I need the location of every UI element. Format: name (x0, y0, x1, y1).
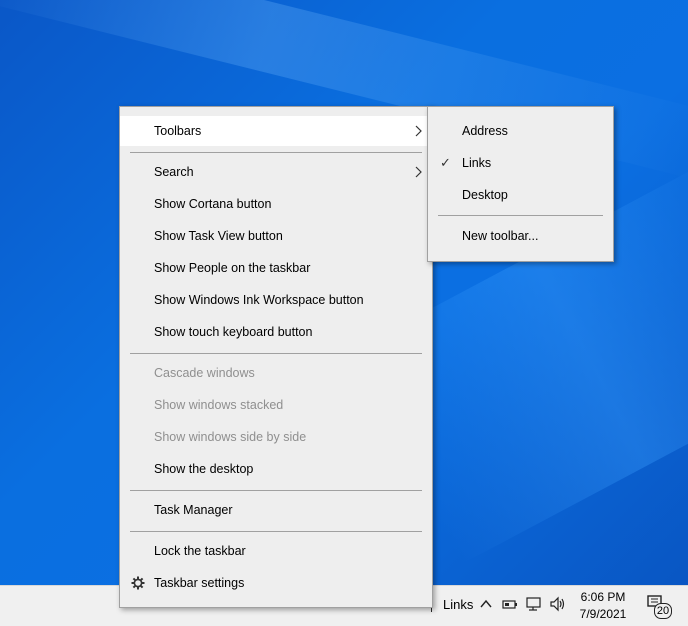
menu-item-show-touch-keyboard[interactable]: Show touch keyboard button (120, 317, 432, 347)
menu-item-label: Cascade windows (154, 366, 255, 380)
menu-item-lock-taskbar[interactable]: Lock the taskbar (120, 536, 432, 566)
submenu-item-address[interactable]: Address (428, 116, 613, 146)
menu-item-label: Show windows side by side (154, 430, 307, 444)
menu-item-label: Lock the taskbar (154, 544, 246, 558)
menu-item-search[interactable]: Search (120, 157, 432, 187)
menu-item-show-people[interactable]: Show People on the taskbar (120, 253, 432, 283)
menu-item-label: New toolbar... (462, 229, 539, 243)
menu-item-label: Task Manager (154, 503, 233, 517)
menu-item-cascade-windows[interactable]: Cascade windows (120, 358, 432, 388)
menu-item-label: Desktop (462, 188, 508, 202)
action-center-button[interactable]: 20 (646, 594, 672, 619)
menu-item-windows-side-by-side[interactable]: Show windows side by side (120, 422, 432, 452)
links-toolbar-label[interactable]: Links (443, 597, 473, 612)
menu-item-label: Search (154, 165, 194, 179)
menu-item-label: Taskbar settings (154, 576, 245, 590)
menu-item-show-cortana[interactable]: Show Cortana button (120, 189, 432, 219)
menu-item-label: Toolbars (154, 124, 202, 138)
menu-item-label: Show Task View button (154, 229, 283, 243)
chevron-up-icon[interactable] (479, 597, 493, 614)
taskbar-clock[interactable]: 6:06 PM 7/9/2021 (572, 589, 634, 623)
menu-item-windows-stacked[interactable]: Show windows stacked (120, 390, 432, 420)
menu-item-show-task-view[interactable]: Show Task View button (120, 221, 432, 251)
submenu-item-links[interactable]: ✓ Links (428, 148, 613, 178)
menu-item-label: Show touch keyboard button (154, 325, 313, 339)
menu-separator (130, 353, 422, 354)
notification-count-badge: 20 (654, 603, 672, 619)
clock-date: 7/9/2021 (579, 607, 627, 621)
menu-item-taskbar-settings[interactable]: Taskbar settings (120, 568, 432, 598)
menu-item-show-ink-workspace[interactable]: Show Windows Ink Workspace button (120, 285, 432, 315)
menu-item-toolbars[interactable]: Toolbars (120, 116, 432, 146)
menu-item-label: Show People on the taskbar (154, 261, 311, 275)
gear-icon (131, 568, 145, 608)
toolbars-submenu: Address ✓ Links Desktop New toolbar... (427, 106, 614, 262)
network-icon[interactable] (526, 596, 544, 615)
menu-item-label: Show the desktop (154, 462, 254, 476)
menu-separator (130, 152, 422, 153)
menu-separator (130, 490, 422, 491)
taskbar-context-menu: Toolbars Search Show Cortana button Show… (119, 106, 433, 608)
battery-icon[interactable] (502, 597, 518, 614)
menu-item-show-desktop[interactable]: Show the desktop (120, 454, 432, 484)
menu-item-label: Links (462, 156, 492, 170)
submenu-item-new-toolbar[interactable]: New toolbar... (428, 221, 613, 251)
checkmark-icon: ✓ (440, 155, 451, 170)
menu-item-label: Show Windows Ink Workspace button (154, 293, 364, 307)
clock-time: 6:06 PM (580, 590, 626, 604)
submenu-item-desktop[interactable]: Desktop (428, 180, 613, 210)
menu-item-label: Show windows stacked (154, 398, 284, 412)
menu-item-label: Address (462, 124, 508, 138)
chevron-right-icon (415, 116, 423, 156)
menu-item-label: Show Cortana button (154, 197, 272, 211)
menu-separator (438, 215, 603, 216)
menu-separator (130, 531, 422, 532)
menu-item-task-manager[interactable]: Task Manager (120, 495, 432, 525)
volume-icon[interactable] (549, 596, 567, 615)
